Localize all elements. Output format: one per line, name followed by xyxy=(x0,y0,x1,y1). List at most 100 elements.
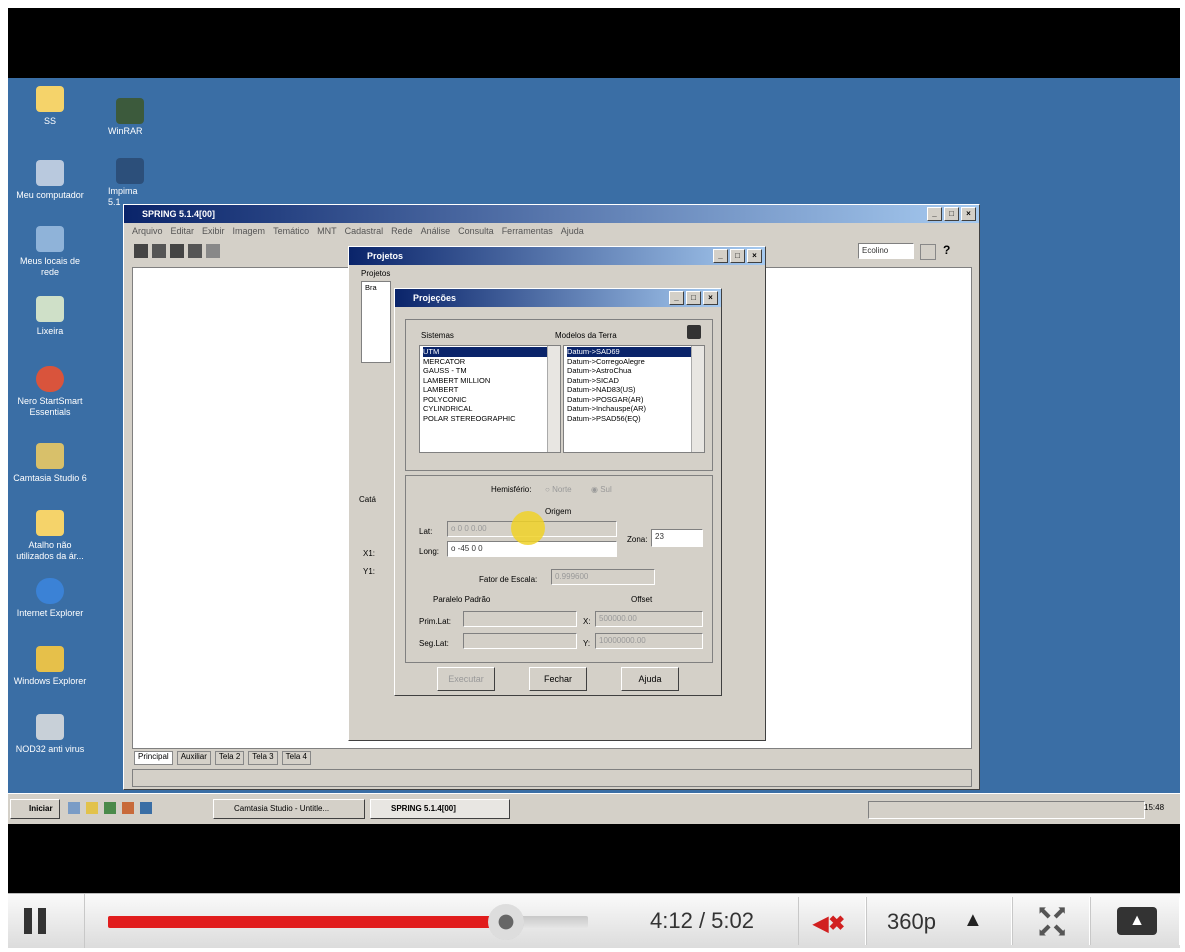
pause-icon[interactable] xyxy=(16,906,56,936)
maximize-icon[interactable]: □ xyxy=(944,207,959,221)
tab-tela-2[interactable]: Tela 2 xyxy=(214,751,245,765)
menu-item[interactable]: Arquivo xyxy=(132,226,163,236)
quick-launch-icon[interactable] xyxy=(68,802,80,814)
close-icon[interactable]: × xyxy=(961,207,976,221)
dropdown-arrow-icon[interactable] xyxy=(920,244,936,260)
desktop-icon-ie[interactable]: Internet Explorer xyxy=(10,578,90,619)
list-item[interactable]: Datum->CorregoAlegre xyxy=(567,357,701,367)
quick-launch-icon[interactable] xyxy=(86,802,98,814)
x-offset-input[interactable]: 500000.00 xyxy=(595,611,703,627)
radio-sul[interactable]: ◉ Sul xyxy=(591,485,612,494)
fullscreen-button[interactable]: ⬉⬈ ⬋⬊ xyxy=(1012,897,1090,945)
tab-tela-3[interactable]: Tela 3 xyxy=(248,751,278,765)
menu-item[interactable]: Rede xyxy=(391,226,413,236)
menu-item[interactable]: Exibir xyxy=(202,226,225,236)
list-item[interactable]: LAMBERT xyxy=(423,385,557,395)
quick-launch-icon[interactable] xyxy=(122,802,134,814)
minimize-icon[interactable]: _ xyxy=(927,207,942,221)
popout-button[interactable]: ▲ xyxy=(1090,897,1180,945)
help-icon[interactable]: ? xyxy=(943,243,950,257)
quality-button[interactable]: 360p ▲ xyxy=(866,897,1012,945)
globe-icon[interactable] xyxy=(687,325,701,339)
menu-item[interactable]: Ajuda xyxy=(561,226,584,236)
list-item[interactable]: GAUSS - TM xyxy=(423,366,557,376)
projetos-titlebar[interactable]: Projetos _ □ × xyxy=(349,247,765,265)
desktop-icon-network[interactable]: Meus locais de rede xyxy=(10,226,90,278)
minimize-icon[interactable]: _ xyxy=(669,291,684,305)
zona-input[interactable]: 23 xyxy=(651,529,703,547)
list-item[interactable]: POLYCONIC xyxy=(423,395,557,405)
list-item[interactable]: LAMBERT MILLION xyxy=(423,376,557,386)
maximize-icon[interactable]: □ xyxy=(730,249,745,263)
start-button[interactable]: Iniciar xyxy=(10,799,60,819)
seg-lat-input[interactable] xyxy=(463,633,577,649)
hemisferio-label: Hemisfério: xyxy=(491,485,532,494)
projects-list[interactable]: Bra xyxy=(361,281,391,363)
progress-track[interactable] xyxy=(108,904,588,940)
list-item[interactable]: Datum->AstroChua xyxy=(567,366,701,376)
list-item[interactable]: Datum->NAD83(US) xyxy=(567,385,701,395)
menu-item[interactable]: MNT xyxy=(317,226,337,236)
progress-handle[interactable] xyxy=(488,904,525,940)
menu-item[interactable]: Análise xyxy=(421,226,451,236)
desktop-icon-nero[interactable]: Nero StartSmart Essentials xyxy=(10,366,90,418)
minimize-icon[interactable]: _ xyxy=(713,249,728,263)
radio-norte[interactable]: ○ Norte xyxy=(545,485,572,494)
list-item[interactable]: Datum->PSAD56(EQ) xyxy=(567,414,701,424)
list-item[interactable]: CYLINDRICAL xyxy=(423,404,557,414)
taskbar-item-spring[interactable]: SPRING 5.1.4[00] xyxy=(370,799,510,819)
quick-launch-icon[interactable] xyxy=(140,802,152,814)
close-icon[interactable]: × xyxy=(703,291,718,305)
toolbar-icon[interactable] xyxy=(188,244,202,258)
list-item[interactable]: MERCATOR xyxy=(423,357,557,367)
menu-item[interactable]: Temático xyxy=(273,226,309,236)
toolbar-icon[interactable] xyxy=(134,244,148,258)
menu-item[interactable]: Cadastral xyxy=(345,226,384,236)
desktop-icon-nod32[interactable]: NOD32 anti virus xyxy=(10,714,90,755)
toolbar-icon[interactable] xyxy=(152,244,166,258)
desktop-icon-ss[interactable]: SS xyxy=(10,86,90,127)
fechar-button[interactable]: Fechar xyxy=(529,667,587,691)
executar-button[interactable]: Executar xyxy=(437,667,495,691)
menu-item[interactable]: Editar xyxy=(171,226,195,236)
list-item[interactable]: Datum->POSGAR(AR) xyxy=(567,395,701,405)
combo-box[interactable]: Ecolino xyxy=(858,243,914,259)
list-item[interactable]: POLAR STEREOGRAPHIC xyxy=(423,414,557,424)
prim-lat-input[interactable] xyxy=(463,611,577,627)
desktop-icon-camtasia[interactable]: Camtasia Studio 6 xyxy=(10,443,90,484)
video-area[interactable]: SS Meu computador Meus locais de rede Li… xyxy=(8,8,1180,893)
menu-item[interactable]: Consulta xyxy=(458,226,494,236)
tab-tela-4[interactable]: Tela 4 xyxy=(281,751,311,765)
fator-input[interactable]: 0.999600 xyxy=(551,569,655,585)
y-offset-input[interactable]: 10000000.00 xyxy=(595,633,703,649)
desktop-icon-shortcuts[interactable]: Atalho não utilizados da ár... xyxy=(10,510,90,562)
tab-auxiliar[interactable]: Auxiliar xyxy=(176,751,211,765)
toolbar-icon[interactable] xyxy=(170,244,184,258)
taskbar-item-camtasia[interactable]: Camtasia Studio - Untitle... xyxy=(213,799,365,819)
projecoes-titlebar[interactable]: Projeções _ □ × xyxy=(395,289,721,307)
menu-item[interactable]: Imagem xyxy=(233,226,266,236)
list-item[interactable]: Datum->SICAD xyxy=(567,376,701,386)
scrollbar[interactable] xyxy=(691,346,704,452)
menu-item[interactable]: Ferramentas xyxy=(502,226,553,236)
list-item[interactable]: UTM xyxy=(423,347,557,357)
list-item[interactable]: Datum->SAD69 xyxy=(567,347,701,357)
close-icon[interactable]: × xyxy=(747,249,762,263)
modelos-list[interactable]: Datum->SAD69 Datum->CorregoAlegre Datum-… xyxy=(563,345,705,453)
desktop-icon-my-computer[interactable]: Meu computador xyxy=(10,160,90,201)
mute-button[interactable]: ◀✖ xyxy=(798,897,866,945)
tab-principal[interactable]: Principal xyxy=(134,751,173,765)
desktop-icon-impima[interactable]: Impima 5.1 xyxy=(108,158,148,208)
list-item[interactable]: Bra xyxy=(365,283,387,293)
toolbar-icon[interactable] xyxy=(206,244,220,258)
desktop-icon-windows-explorer[interactable]: Windows Explorer xyxy=(10,646,90,687)
desktop-icon-winrar[interactable]: WinRAR xyxy=(108,98,148,137)
ajuda-button[interactable]: Ajuda xyxy=(621,667,679,691)
list-item[interactable]: Datum->Inchauspe(AR) xyxy=(567,404,701,414)
spring-titlebar[interactable]: SPRING 5.1.4[00] _ □ × xyxy=(124,205,979,223)
maximize-icon[interactable]: □ xyxy=(686,291,701,305)
desktop-icon-recycle-bin[interactable]: Lixeira xyxy=(10,296,90,337)
sistemas-list[interactable]: UTM MERCATOR GAUSS - TM LAMBERT MILLION … xyxy=(419,345,561,453)
quick-launch-icon[interactable] xyxy=(104,802,116,814)
scrollbar[interactable] xyxy=(547,346,560,452)
